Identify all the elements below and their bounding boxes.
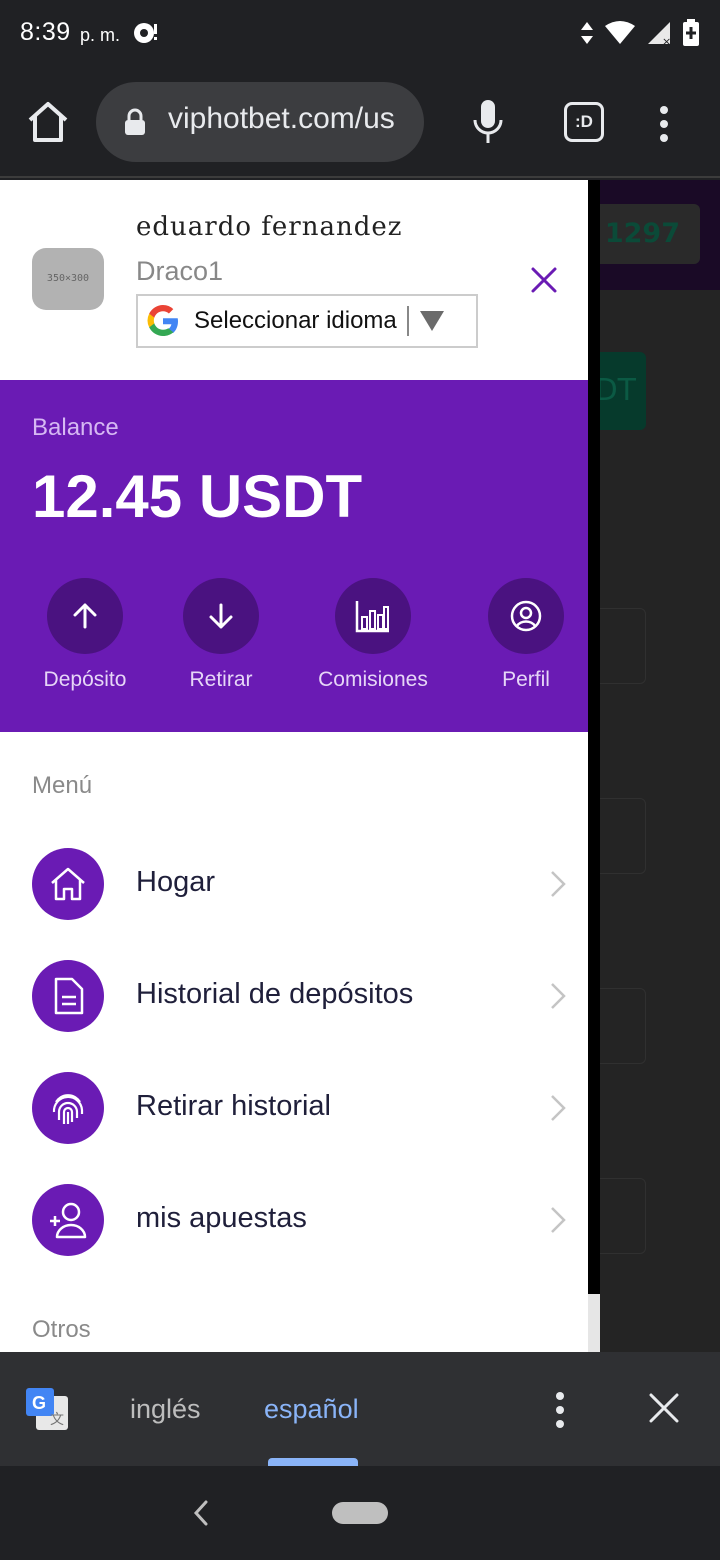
withdraw-circle[interactable]: [183, 578, 259, 654]
user-name: eduardo fernandez: [136, 212, 403, 242]
others-heading: Otros: [32, 1316, 91, 1343]
bar-chart-icon: [355, 601, 389, 633]
chevron-right-icon: [551, 983, 566, 1009]
commissions-circle[interactable]: [335, 578, 411, 654]
notification-icon: [134, 23, 157, 43]
withdraw-label: Retirar: [189, 668, 253, 691]
menu-item-my-bets[interactable]: mis apuestas: [0, 1176, 588, 1266]
google-logo-icon: [147, 305, 178, 336]
translate-bar: G 文 inglés español: [0, 1352, 720, 1466]
url-text: viphotbet.com/us: [168, 102, 395, 135]
close-translate-icon[interactable]: [648, 1392, 680, 1424]
chevron-right-icon: [551, 1207, 566, 1233]
withdraw-button[interactable]: Retirar: [146, 578, 296, 692]
address-bar[interactable]: viphotbet.com/us: [96, 82, 424, 162]
arrow-up-icon: [73, 603, 97, 629]
menu-item-label: Historial de depósitos: [136, 978, 414, 1010]
drawer-scrollbar[interactable]: [588, 1294, 600, 1352]
commissions-button[interactable]: Comisiones: [298, 578, 448, 692]
phone-screen: 8:39 p. m. × viphotbet.com/us:D 1297 DT…: [0, 0, 720, 1560]
deposit-circle[interactable]: [47, 578, 123, 654]
data-transfer-icon: [581, 22, 593, 44]
wifi-icon: [605, 21, 635, 44]
menu-icon-circle: [32, 1072, 104, 1144]
balance-value: 12.45 USDT: [32, 463, 363, 530]
menu-item-withdraw-history[interactable]: Retirar historial: [0, 1064, 588, 1154]
user-circle-icon: [510, 600, 542, 632]
svg-text:文: 文: [50, 1412, 64, 1428]
signal-icon: ×: [648, 22, 671, 46]
side-drawer: 350×300 eduardo fernandez Draco1 Selecci…: [0, 180, 588, 1352]
balance-label: Balance: [32, 414, 119, 441]
microphone-icon[interactable]: [470, 98, 506, 146]
deposit-label: Depósito: [43, 668, 127, 691]
home-pill[interactable]: [332, 1502, 388, 1524]
menu-item-label: mis apuestas: [136, 1202, 307, 1234]
fingerprint-icon: [52, 1094, 84, 1124]
svg-text:G: G: [32, 1393, 46, 1413]
svg-text:×: ×: [662, 35, 671, 46]
profile-circle[interactable]: [488, 578, 564, 654]
browser-toolbar: viphotbet.com/us :D: [0, 68, 720, 178]
home-icon: [51, 867, 85, 901]
background-scrollbar: [588, 180, 600, 1300]
deposit-button[interactable]: Depósito: [10, 578, 160, 692]
status-bar: 8:39 p. m. ×: [0, 0, 720, 68]
profile-header: 350×300 eduardo fernandez Draco1 Selecci…: [0, 180, 588, 380]
battery-icon: [683, 19, 699, 46]
translate-menu-icon[interactable]: [548, 1390, 572, 1430]
select-divider: [406, 306, 409, 336]
arrow-down-icon: [209, 603, 233, 629]
background-header: 1297: [588, 180, 720, 290]
browser-menu-icon[interactable]: [650, 102, 678, 146]
menu-icon-circle: [32, 848, 104, 920]
target-language-tab[interactable]: español: [264, 1394, 359, 1425]
status-time: 8:39: [20, 18, 71, 46]
lock-icon: [125, 108, 145, 135]
balance-panel: Balance 12.45 USDT Depósito Retirar Comi…: [0, 380, 588, 732]
username: Draco1: [136, 256, 224, 286]
background-page: 1297 DT: [588, 180, 720, 1352]
source-language-tab[interactable]: inglés: [130, 1394, 201, 1425]
menu-item-label: Hogar: [136, 866, 215, 898]
active-tab-indicator: [268, 1458, 358, 1466]
profile-label: Perfil: [502, 668, 550, 691]
system-nav-bar: [0, 1466, 720, 1560]
document-icon: [54, 977, 84, 1015]
back-icon[interactable]: [192, 1498, 210, 1528]
commissions-label: Comisiones: [318, 668, 428, 691]
menu-item-deposit-history[interactable]: Historial de depósitos: [0, 952, 588, 1042]
google-translate-icon: G 文: [26, 1388, 68, 1430]
menu-heading: Menú: [32, 772, 93, 799]
close-icon[interactable]: [530, 266, 558, 294]
tab-switcher-button[interactable]: :D: [564, 102, 604, 142]
background-balance-pill: 1297: [588, 204, 700, 264]
status-indicators: ×: [580, 18, 700, 48]
chevron-down-icon: [419, 311, 444, 331]
profile-button[interactable]: Perfil: [451, 578, 588, 692]
chevron-right-icon: [551, 1095, 566, 1121]
language-select-label: Seleccionar idioma: [194, 307, 397, 334]
browser-home-icon[interactable]: [26, 100, 70, 144]
menu-item-label: Retirar historial: [136, 1090, 331, 1122]
status-ampm: p. m.: [80, 25, 121, 45]
menu-item-home[interactable]: Hogar: [0, 840, 588, 930]
menu-icon-circle: [32, 960, 104, 1032]
language-select[interactable]: Seleccionar idioma: [136, 294, 478, 348]
avatar: 350×300: [32, 248, 104, 310]
menu-icon-circle: [32, 1184, 104, 1256]
add-user-icon: [50, 1202, 87, 1239]
chevron-right-icon: [551, 871, 566, 897]
